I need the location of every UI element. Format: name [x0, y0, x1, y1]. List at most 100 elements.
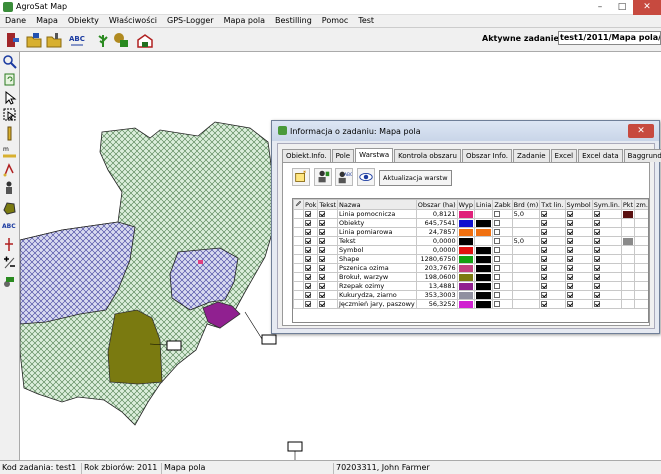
menu-item-pomoc[interactable]: Pomoc [317, 15, 354, 27]
minimize-button[interactable]: – [589, 0, 611, 15]
measure-distance-icon[interactable]: m [2, 144, 17, 159]
cell-size[interactable]: 3,0 [634, 290, 648, 300]
symbol-line-checkbox[interactable] [593, 211, 600, 217]
text-checkbox[interactable] [319, 247, 326, 253]
cell-border[interactable] [511, 245, 541, 255]
cell-border[interactable] [511, 290, 541, 300]
cell-fill-color[interactable] [456, 281, 475, 291]
hatch-checkbox[interactable] [494, 283, 501, 289]
layer-text-icon[interactable]: ABC [335, 168, 353, 186]
text-line-checkbox[interactable] [541, 247, 548, 253]
cell-border[interactable] [511, 299, 541, 309]
symbol-line-checkbox[interactable] [593, 220, 600, 226]
cell-border[interactable]: 5,0 [511, 209, 541, 219]
col-header[interactable]: Pok [302, 199, 319, 210]
symbol-line-checkbox[interactable] [593, 274, 600, 280]
cell-fill-color[interactable] [456, 290, 475, 300]
cell-line-color[interactable] [473, 227, 494, 237]
tab-background[interactable]: Baggrund [623, 149, 661, 162]
cell-border[interactable] [511, 218, 541, 228]
menu-item-obiekty[interactable]: Obiekty [63, 15, 104, 27]
visible-checkbox[interactable] [305, 247, 311, 253]
hatch-checkbox[interactable] [494, 256, 501, 262]
cell-fill-color[interactable] [456, 272, 475, 282]
cell-fill-color[interactable] [456, 245, 475, 255]
tab-excel[interactable]: Excel [550, 149, 578, 162]
symbol-line-checkbox[interactable] [593, 229, 600, 235]
split-line-icon[interactable] [2, 237, 17, 252]
folder-tools-icon[interactable] [45, 31, 63, 49]
row-selector[interactable] [293, 218, 304, 228]
cell-line-color[interactable] [473, 290, 494, 300]
text-abc-icon[interactable]: ABC [68, 31, 86, 49]
text-abc-icon[interactable]: ABC [2, 219, 17, 234]
visible-checkbox[interactable] [305, 256, 311, 262]
farm-building-icon[interactable] [136, 31, 154, 49]
cell-size[interactable]: 3,0 [634, 272, 648, 282]
symbol-checkbox[interactable] [566, 265, 573, 271]
row-selector[interactable] [293, 227, 304, 237]
hatch-checkbox[interactable] [494, 220, 501, 226]
cell-line-color[interactable] [473, 263, 494, 273]
menu-item-bestilling[interactable]: Bestilling [270, 15, 317, 27]
table-row[interactable]: Rzepak ozimy13,4881 3,0 [293, 281, 648, 291]
tab-area-control[interactable]: Kontrola obszaru [394, 149, 461, 162]
cell-fill-color[interactable] [456, 209, 475, 219]
cell-name[interactable]: Jęczmień jary, paszowy [337, 299, 417, 309]
cell-line-color[interactable] [473, 272, 494, 282]
cell-line-color[interactable] [473, 209, 494, 219]
menu-item-mapa[interactable]: Mapa [31, 15, 63, 27]
visible-checkbox[interactable] [305, 283, 311, 289]
text-line-checkbox[interactable] [541, 256, 548, 262]
row-selector[interactable] [293, 290, 304, 300]
tab-field[interactable]: Pole [331, 149, 355, 162]
table-row[interactable]: Linia pomiarowa24,7857 3,0 [293, 227, 648, 237]
col-header[interactable]: Linia [473, 199, 494, 210]
row-selector[interactable] [293, 236, 304, 246]
cell-name[interactable]: Linia pomocnicza [337, 209, 417, 219]
cell-name[interactable]: Symbol [337, 245, 417, 255]
text-checkbox[interactable] [319, 292, 326, 298]
cell-name[interactable]: Tekst [337, 236, 417, 246]
cell-border[interactable] [511, 254, 541, 264]
visible-checkbox[interactable] [305, 220, 311, 226]
symbol-checkbox[interactable] [566, 256, 573, 262]
select-arrow-icon[interactable] [2, 90, 17, 105]
cell-point-color[interactable] [620, 218, 636, 228]
tab-layer[interactable]: Warstwa [355, 148, 394, 162]
text-checkbox[interactable] [319, 229, 326, 235]
menu-item-test[interactable]: Test [353, 15, 379, 27]
menu-item-wlasciwosci[interactable]: Właściwości [104, 15, 162, 27]
visibility-eye-icon[interactable] [357, 168, 375, 186]
visible-checkbox[interactable] [305, 238, 311, 244]
zoom-icon[interactable] [2, 54, 17, 69]
menu-item-gps-logger[interactable]: GPS-Logger [162, 15, 219, 27]
hatch-checkbox[interactable] [494, 301, 501, 307]
cell-size[interactable]: 3,0 [634, 227, 648, 237]
cell-border[interactable] [511, 281, 541, 291]
cell-line-color[interactable] [473, 281, 494, 291]
new-layer-icon[interactable] [292, 168, 310, 186]
col-header[interactable]: Pkt [620, 199, 636, 210]
symbol-checkbox[interactable] [566, 247, 573, 253]
cell-point-color[interactable] [620, 281, 636, 291]
table-row[interactable]: Brokuł, warzyw198,0600 3,0 [293, 272, 648, 282]
cell-name[interactable]: Kukurydza, ziarno [337, 290, 417, 300]
close-button[interactable]: ✕ [633, 0, 661, 15]
cell-name[interactable]: Pszenica ozima [337, 263, 417, 273]
crop-plant-icon[interactable] [94, 31, 112, 49]
symbol-checkbox[interactable] [566, 292, 573, 298]
hatch-checkbox[interactable] [494, 292, 501, 298]
symbol-line-checkbox[interactable] [593, 283, 600, 289]
table-row[interactable]: Obiekty645,7541 3,0 [293, 218, 648, 228]
update-layers-button[interactable]: Aktualizacja warstw [379, 170, 452, 186]
text-line-checkbox[interactable] [541, 211, 548, 217]
cell-size[interactable]: 3,0 [634, 218, 648, 228]
symbol-checkbox[interactable] [566, 238, 573, 244]
cell-border[interactable] [511, 272, 541, 282]
person-point-icon[interactable] [2, 180, 17, 195]
symbol-checkbox[interactable] [566, 274, 573, 280]
col-header[interactable]: Symbol [564, 199, 593, 210]
col-header[interactable]: Wyp [456, 199, 475, 210]
cell-point-color[interactable] [620, 263, 636, 273]
